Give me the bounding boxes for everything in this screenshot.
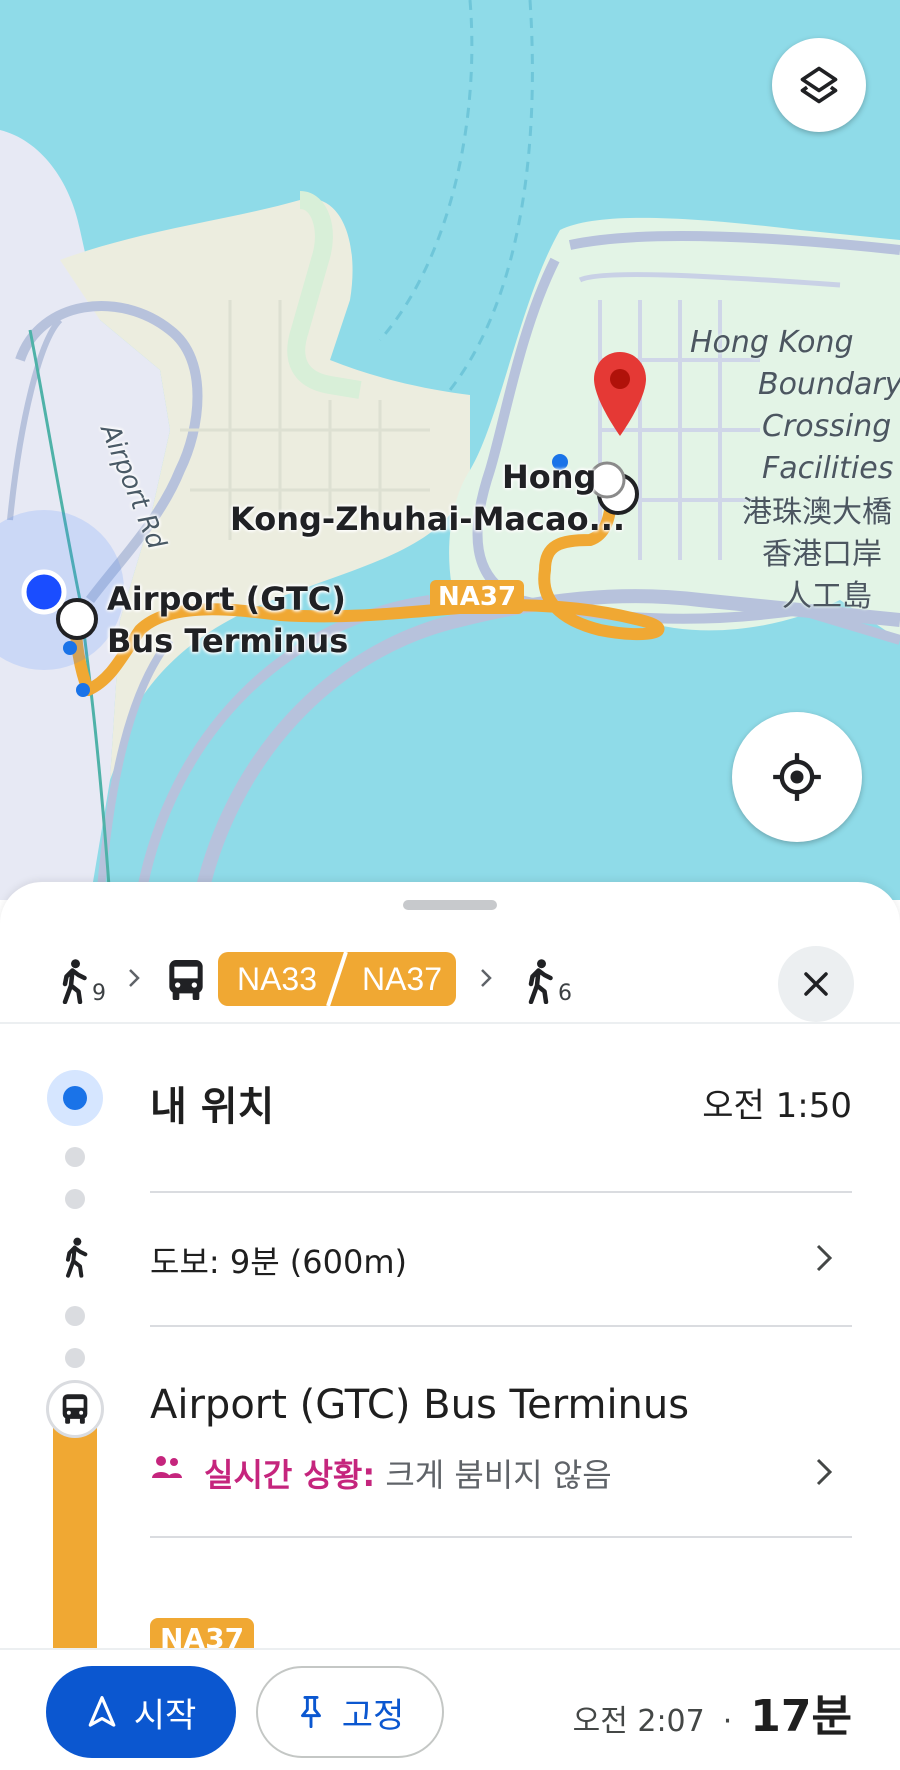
summary-divider — [0, 1022, 900, 1024]
timeline-dot — [65, 1348, 85, 1368]
arrival-separator: · — [722, 1704, 733, 1739]
start-navigation-button[interactable]: 시작 — [46, 1666, 236, 1758]
my-location-label: 내 위치 — [150, 1084, 275, 1130]
navigation-arrow-icon — [88, 1696, 116, 1727]
timeline-dot — [65, 1189, 85, 1209]
arrival-info: 오전 2:07 · 17분 — [573, 1680, 852, 1744]
walk-step-label: 도보: 9분 (600m) — [150, 1243, 408, 1281]
bus-icon — [62, 1394, 88, 1424]
bus-stop-marker — [46, 1380, 104, 1438]
route-summary[interactable]: 9 NA33 NA37 6 — [0, 938, 900, 1022]
row-divider — [150, 1536, 852, 1538]
layers-icon — [800, 66, 838, 104]
bus-terminus-label-line1[interactable]: Airport (GTC) — [107, 580, 346, 618]
live-status-label: 실시간 상황: — [204, 1456, 376, 1494]
map-view[interactable]: Airport Rd Airport (GTC) Bus Terminus Ho… — [0, 0, 900, 900]
arrival-time: 오전 2:07 — [572, 1704, 705, 1739]
route-badge-na37: NA37 — [430, 580, 525, 614]
close-icon — [804, 972, 828, 996]
walk-icon — [528, 959, 553, 1004]
route-na33-label: NA33 — [218, 952, 336, 1006]
timeline-dot — [65, 1147, 85, 1167]
depart-time: 오전 1:50 — [702, 1086, 852, 1126]
hzm-label-line1[interactable]: Hong — [502, 458, 596, 496]
route-na37-label: NA37 — [348, 952, 456, 1006]
boundary-en-line3: Crossing — [762, 409, 892, 444]
route-pill[interactable]: NA33 NA37 — [218, 952, 456, 1006]
chevron-right-icon — [481, 969, 492, 987]
boundary-en-line4: Facilities — [762, 451, 894, 486]
boundary-zh-line3: 人工島 — [782, 579, 872, 614]
chevron-right-icon — [129, 969, 140, 987]
hzm-label-line2[interactable]: Kong-Zhuhai-Macao... — [230, 500, 625, 538]
sheet-drag-handle[interactable] — [403, 900, 497, 910]
boundary-en-line2: Boundary — [758, 367, 900, 402]
row-divider — [150, 1325, 852, 1327]
walk-end-minutes: 6 — [558, 981, 572, 1006]
chevron-right-icon — [816, 1244, 833, 1272]
destination-pin-icon[interactable] — [592, 350, 648, 438]
live-status: 실시간 상황: 크게 붐비지 않음 — [204, 1450, 612, 1496]
pin-label: 고정 — [341, 1695, 405, 1736]
crowd-icon — [152, 1456, 182, 1478]
trip-duration: 17분 — [750, 1691, 852, 1742]
chevron-right-icon — [816, 1458, 833, 1486]
boundary-zh-line1: 港珠澳大橋 — [742, 495, 892, 530]
my-location-icon — [773, 753, 821, 801]
close-button[interactable] — [778, 946, 854, 1022]
my-location-button[interactable] — [732, 712, 862, 842]
bottom-action-bar: 시작 고정 오전 2:07 · 17분 — [0, 1648, 900, 1770]
row-divider — [150, 1191, 852, 1193]
walk-start-minutes: 9 — [92, 981, 106, 1006]
boundary-crossing-label-en: Hong Kong Boundary Crossing Facilities — [690, 322, 900, 490]
bus-stop-name: Airport (GTC) Bus Terminus — [150, 1382, 690, 1428]
timeline-dot — [65, 1306, 85, 1326]
pin-trip-button[interactable]: 고정 — [256, 1666, 444, 1758]
boundary-zh-line2: 香港口岸 — [762, 537, 882, 572]
bus-icon — [169, 960, 203, 1000]
boundary-en-line1: Hong Kong — [690, 325, 854, 360]
boundary-crossing-label-zh: 港珠澳大橋 香港口岸 人工島 — [742, 492, 892, 618]
walk-icon — [66, 1237, 88, 1278]
pin-icon — [300, 1695, 321, 1729]
directions-sheet[interactable]: 9 NA33 NA37 6 내 위치 오전 1:50 도보: 9분 (600m)… — [0, 882, 900, 1770]
live-status-value: 크게 붐비지 않음 — [375, 1456, 612, 1494]
start-label: 시작 — [133, 1695, 197, 1736]
my-location-dot-icon — [63, 1086, 87, 1110]
layers-button[interactable] — [772, 38, 866, 132]
walk-icon — [62, 959, 87, 1004]
bus-terminus-label-line2[interactable]: Bus Terminus — [107, 622, 348, 660]
